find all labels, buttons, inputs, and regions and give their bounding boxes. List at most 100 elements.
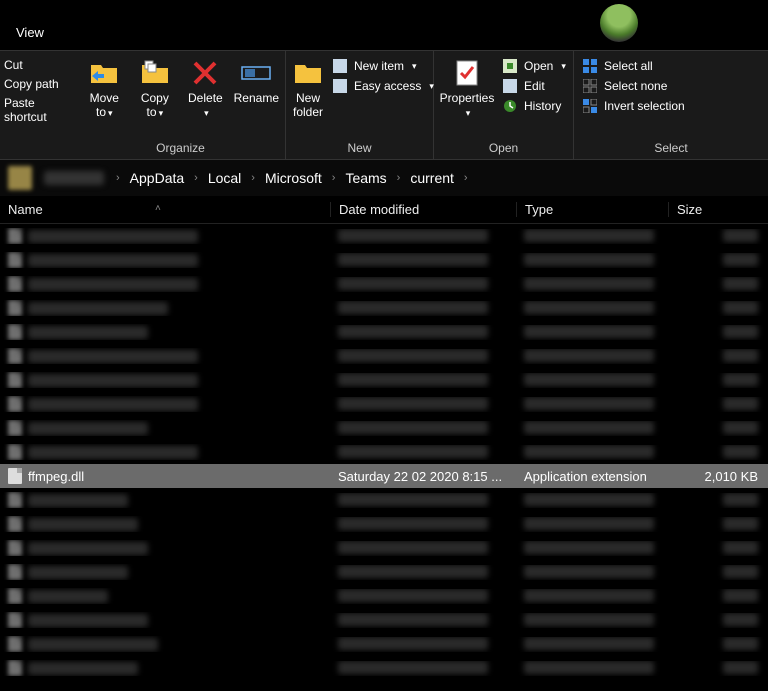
chevron-right-icon: › (112, 172, 124, 184)
clipboard-group: Cut Copy path Paste shortcut (0, 51, 76, 159)
file-row-blurred[interactable]: xxxx (0, 656, 768, 680)
breadcrumb-item[interactable]: AppData (128, 170, 186, 186)
breadcrumb-item[interactable]: Microsoft (263, 170, 324, 186)
file-row-blurred[interactable]: xxxx (0, 560, 768, 584)
move-to-label: Move to (90, 91, 119, 119)
rename-button[interactable]: Rename (234, 55, 279, 139)
breadcrumb-item[interactable]: Local (206, 170, 243, 186)
rename-icon (240, 57, 272, 89)
file-icon (8, 612, 22, 628)
paste-shortcut-button[interactable]: Paste shortcut (2, 95, 76, 125)
file-row-blurred[interactable]: xxxx (0, 368, 768, 392)
column-header-name[interactable]: Name ˄ (0, 202, 330, 217)
delete-button[interactable]: Delete▾ (183, 55, 228, 139)
file-row-blurred[interactable]: xxxx (0, 296, 768, 320)
select-group-label: Select (580, 139, 762, 157)
file-row-blurred[interactable]: xxxx (0, 536, 768, 560)
history-button[interactable]: History (500, 97, 568, 115)
file-row-blurred[interactable]: xxxx (0, 488, 768, 512)
cut-button[interactable]: Cut (2, 57, 76, 73)
column-headers: Name ˄ Date modified Type Size (0, 196, 768, 224)
column-header-size[interactable]: Size (668, 202, 768, 217)
file-row-selected[interactable]: ffmpeg.dllSaturday 22 02 2020 8:15 ...Ap… (0, 464, 768, 488)
open-group: Properties▾ Open▾ Edit History Open (434, 51, 574, 159)
rename-label: Rename (234, 91, 279, 105)
file-icon (8, 636, 22, 652)
sort-ascending-icon: ˄ (155, 203, 161, 214)
copy-path-button[interactable]: Copy path (2, 76, 76, 92)
folder-move-icon (88, 57, 120, 89)
folder-copy-icon (139, 57, 171, 89)
file-icon (8, 660, 22, 676)
breadcrumb-item[interactable]: current (408, 170, 456, 186)
titlebar: View (0, 0, 768, 50)
file-row-blurred[interactable]: xxxx (0, 440, 768, 464)
file-row-blurred[interactable]: xxxx (0, 248, 768, 272)
open-button[interactable]: Open▾ (500, 57, 568, 75)
file-icon (8, 564, 22, 580)
breadcrumb[interactable]: › AppData › Local › Microsoft › Teams › … (0, 160, 768, 196)
file-icon (8, 588, 22, 604)
file-row-blurred[interactable]: xxxx (0, 272, 768, 296)
file-row-blurred[interactable]: xxxx (0, 512, 768, 536)
edit-button[interactable]: Edit (500, 77, 568, 95)
edit-label: Edit (524, 79, 545, 93)
file-icon (8, 228, 22, 244)
delete-icon (189, 57, 221, 89)
organize-group-label: Organize (82, 139, 279, 157)
file-row-blurred[interactable]: xxxx (0, 320, 768, 344)
chevron-right-icon: › (393, 172, 405, 184)
tab-view[interactable]: View (8, 21, 52, 44)
select-group: Select all Select none Invert selection … (574, 51, 768, 159)
easy-access-icon (332, 78, 348, 94)
file-icon (8, 348, 22, 364)
file-row-blurred[interactable]: xxxx (0, 632, 768, 656)
select-none-button[interactable]: Select none (580, 77, 687, 95)
select-all-button[interactable]: Select all (580, 57, 687, 75)
file-icon (8, 324, 22, 340)
breadcrumb-item[interactable]: Teams (343, 170, 388, 186)
open-icon (502, 58, 518, 74)
properties-label: Properties (440, 91, 495, 105)
file-icon (8, 516, 22, 532)
file-row-blurred[interactable]: xxxx (0, 608, 768, 632)
column-header-date[interactable]: Date modified (330, 202, 516, 217)
file-name: ffmpeg.dll (28, 469, 84, 484)
file-icon (8, 492, 22, 508)
chevron-right-icon: › (460, 172, 472, 184)
open-group-label: Open (440, 139, 567, 157)
column-header-name-label: Name (8, 202, 43, 217)
select-all-icon (582, 58, 598, 74)
properties-icon (451, 57, 483, 89)
new-folder-label: New folder (292, 91, 324, 120)
breadcrumb-root-blurred (44, 171, 104, 185)
delete-label: Delete (188, 91, 223, 105)
file-row-blurred[interactable]: xxxx (0, 224, 768, 248)
file-row-blurred[interactable]: xxxx (0, 344, 768, 368)
chevron-right-icon: › (190, 172, 202, 184)
easy-access-button[interactable]: Easy access▾ (330, 77, 436, 95)
file-row-blurred[interactable]: xxxx (0, 392, 768, 416)
new-item-icon (332, 58, 348, 74)
new-item-button[interactable]: New item▾ (330, 57, 436, 75)
ribbon: Cut Copy path Paste shortcut Move to▾ Co… (0, 50, 768, 160)
file-row-blurred[interactable]: xxxx (0, 584, 768, 608)
new-group: New folder New item▾ Easy access▾ New (286, 51, 434, 159)
file-icon (8, 540, 22, 556)
file-type: Application extension (516, 469, 668, 484)
file-list[interactable]: xxxxxxxxxxxxxxxxxxxxxxxxxxxxxxxxxxxxxxxx… (0, 224, 768, 691)
column-header-type[interactable]: Type (516, 202, 668, 217)
file-icon (8, 444, 22, 460)
file-row-blurred[interactable]: xxxx (0, 416, 768, 440)
file-icon (8, 372, 22, 388)
avatar-icon (600, 4, 638, 42)
file-icon (8, 276, 22, 292)
new-folder-button[interactable]: New folder (292, 55, 324, 139)
properties-button[interactable]: Properties▾ (440, 55, 494, 139)
invert-selection-button[interactable]: Invert selection (580, 97, 687, 115)
select-none-icon (582, 78, 598, 94)
drive-icon (8, 166, 32, 190)
move-to-button[interactable]: Move to▾ (82, 55, 127, 139)
chevron-right-icon: › (247, 172, 259, 184)
copy-to-button[interactable]: Copy to▾ (133, 55, 178, 139)
